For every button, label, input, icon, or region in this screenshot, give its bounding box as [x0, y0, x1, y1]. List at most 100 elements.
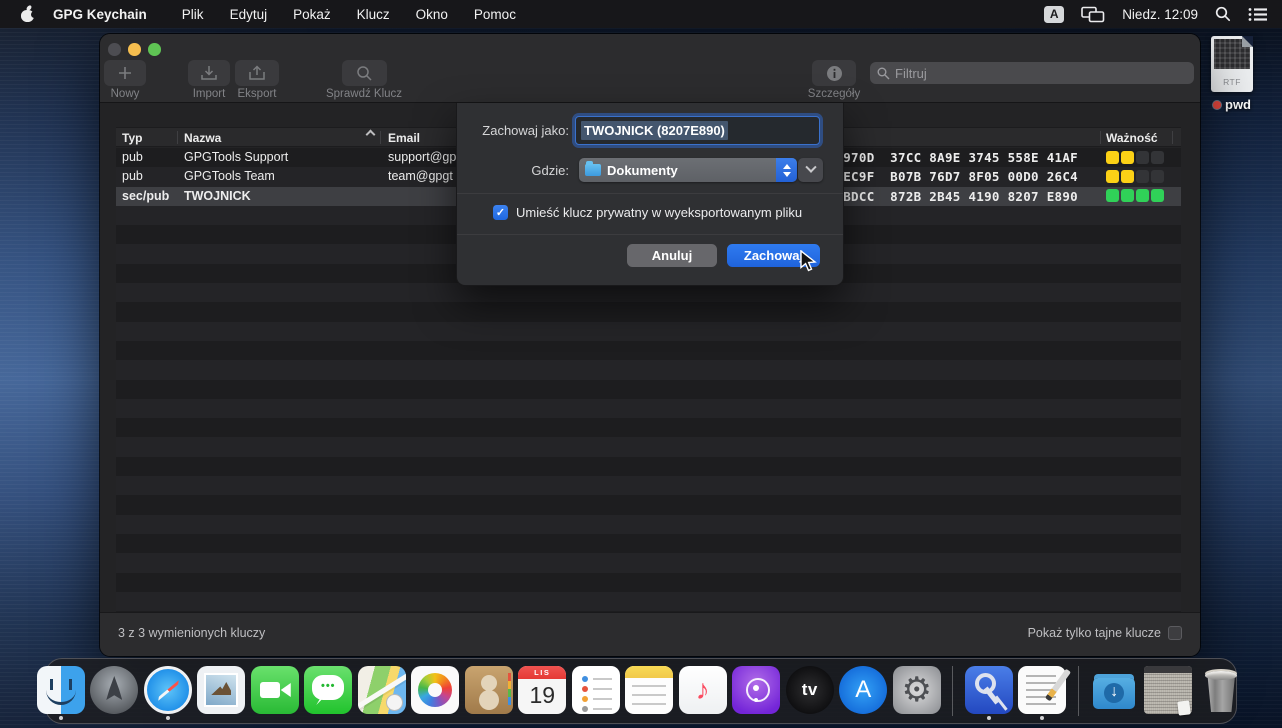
filter-input[interactable]	[895, 66, 1187, 81]
cell-fingerprint: 7 BDCC 872B 2B45 4190 8207 E890	[828, 189, 1078, 204]
contacts-icon[interactable]	[465, 666, 513, 714]
menu-item[interactable]: Edytuj	[217, 7, 281, 22]
search-icon	[877, 67, 890, 80]
import-label: Import	[193, 88, 226, 100]
screen-mirroring-icon[interactable]	[1081, 6, 1105, 23]
table-row-empty[interactable]	[116, 534, 1181, 553]
trash-icon[interactable]	[1197, 666, 1245, 714]
maps-icon[interactable]	[358, 666, 406, 714]
apple-menu-icon[interactable]	[21, 6, 35, 22]
menu-app-name[interactable]: GPG Keychain	[53, 7, 147, 22]
system-preferences-icon[interactable]: ⚙	[893, 666, 941, 714]
where-popup[interactable]: Dokumenty	[579, 158, 797, 182]
cell-email: team@gpgt	[388, 169, 453, 183]
cancel-button[interactable]: Anuluj	[627, 244, 717, 267]
spotlight-search-icon[interactable]	[1215, 6, 1231, 22]
menu-item[interactable]: Okno	[403, 7, 461, 22]
photos-icon[interactable]	[411, 666, 459, 714]
minimized-document-icon[interactable]	[1144, 666, 1192, 714]
cell-nazwa: TWOJNICK	[184, 189, 251, 203]
validity-squares	[1106, 170, 1166, 183]
running-indicator	[59, 716, 63, 720]
safari-icon[interactable]	[144, 666, 192, 714]
rtf-file-icon[interactable]: RTF	[1211, 36, 1253, 92]
zoom-button[interactable]	[148, 43, 161, 56]
downloads-folder-icon[interactable]: ↓	[1090, 666, 1138, 714]
verify-key-button[interactable]	[342, 60, 387, 86]
table-row-empty[interactable]	[116, 553, 1181, 572]
table-row-empty[interactable]	[116, 592, 1181, 611]
table-row-empty[interactable]	[116, 515, 1181, 534]
table-row-empty[interactable]	[116, 418, 1181, 437]
gpg-keychain-icon[interactable]	[965, 666, 1013, 714]
export-button[interactable]	[235, 60, 279, 86]
messages-icon[interactable]: •••	[304, 666, 352, 714]
import-button[interactable]	[188, 60, 230, 86]
key-count-text: 3 z 3 wymienionych kluczy	[118, 626, 265, 640]
file-type-badge: RTF	[1211, 77, 1253, 87]
mouse-cursor	[799, 250, 819, 273]
table-row-empty[interactable]	[116, 322, 1181, 341]
save-sheet-dialog: Zachowaj jako: TWOJNICK (8207E890) Gdzie…	[456, 103, 844, 286]
details-button[interactable]	[812, 60, 856, 86]
input-source-icon[interactable]: A	[1044, 6, 1064, 23]
cell-fingerprint: 1 EC9F B07B 76D7 8F05 00D0 26C4	[828, 169, 1078, 184]
close-button[interactable]	[108, 43, 121, 56]
apple-tv-icon[interactable]: tv	[786, 666, 834, 714]
dock-separator[interactable]	[952, 666, 953, 716]
filter-field[interactable]	[870, 62, 1194, 84]
table-row-empty[interactable]	[116, 573, 1181, 592]
facetime-icon[interactable]	[251, 666, 299, 714]
verify-key-label: Sprawdź Klucz	[326, 88, 402, 100]
column-nazwa[interactable]: Nazwa	[184, 131, 221, 145]
textedit-icon[interactable]	[1018, 666, 1066, 714]
menu-item[interactable]: Pomoc	[461, 7, 529, 22]
desktop-file-pwd[interactable]: RTF pwd	[1200, 36, 1264, 112]
app-store-icon[interactable]: A	[839, 666, 887, 714]
table-row-empty[interactable]	[116, 380, 1181, 399]
where-label: Gdzie:	[461, 163, 569, 178]
cell-nazwa: GPGTools Support	[184, 150, 288, 164]
column-email[interactable]: Email	[388, 131, 420, 145]
column-waznosc[interactable]: Ważność	[1106, 131, 1158, 145]
import-icon	[200, 65, 218, 81]
menu-item[interactable]: Pokaż	[280, 7, 344, 22]
cell-email: support@gp	[388, 150, 456, 164]
menu-item[interactable]: Plik	[169, 7, 217, 22]
table-row-empty[interactable]	[116, 457, 1181, 476]
filename-field[interactable]: TWOJNICK (8207E890)	[575, 116, 820, 145]
finder-icon[interactable]	[37, 666, 85, 714]
validity-squares	[1106, 189, 1166, 202]
desktop: GPG Keychain PlikEdytujPokażKluczOknoPom…	[0, 0, 1282, 728]
notification-center-icon[interactable]	[1248, 7, 1268, 22]
table-row-empty[interactable]	[116, 360, 1181, 379]
new-key-button[interactable]	[104, 60, 146, 86]
menu-item[interactable]: Klucz	[344, 7, 403, 22]
podcasts-icon[interactable]	[732, 666, 780, 714]
file-label: pwd	[1200, 97, 1264, 112]
calendar-icon[interactable]: LIS 19	[518, 666, 566, 714]
menu-clock[interactable]: Niedz. 12:09	[1122, 7, 1198, 22]
dock-separator[interactable]	[1078, 666, 1079, 716]
column-typ[interactable]: Typ	[122, 131, 142, 145]
reminders-icon[interactable]	[572, 666, 620, 714]
cell-nazwa: GPGTools Team	[184, 169, 275, 183]
table-row-empty[interactable]	[116, 341, 1181, 360]
launchpad-icon[interactable]	[90, 666, 138, 714]
expand-dialog-button[interactable]	[798, 158, 823, 182]
music-icon[interactable]: ♪	[679, 666, 727, 714]
mail-icon[interactable]	[197, 666, 245, 714]
cell-typ: pub	[122, 150, 143, 164]
include-secret-key-checkbox[interactable]: ✓	[493, 205, 508, 220]
minimize-button[interactable]	[128, 43, 141, 56]
window-toolbar: Nowy Import Eksport Sprawdź Klucz Szczeg…	[100, 34, 1200, 103]
secret-keys-checkbox[interactable]	[1168, 626, 1182, 640]
table-row-empty[interactable]	[116, 437, 1181, 456]
table-row-empty[interactable]	[116, 476, 1181, 495]
notes-icon[interactable]	[625, 666, 673, 714]
validity-squares	[1106, 151, 1166, 164]
table-row-empty[interactable]	[116, 302, 1181, 321]
table-row-empty[interactable]	[116, 495, 1181, 514]
running-indicator	[166, 716, 170, 720]
table-row-empty[interactable]	[116, 399, 1181, 418]
